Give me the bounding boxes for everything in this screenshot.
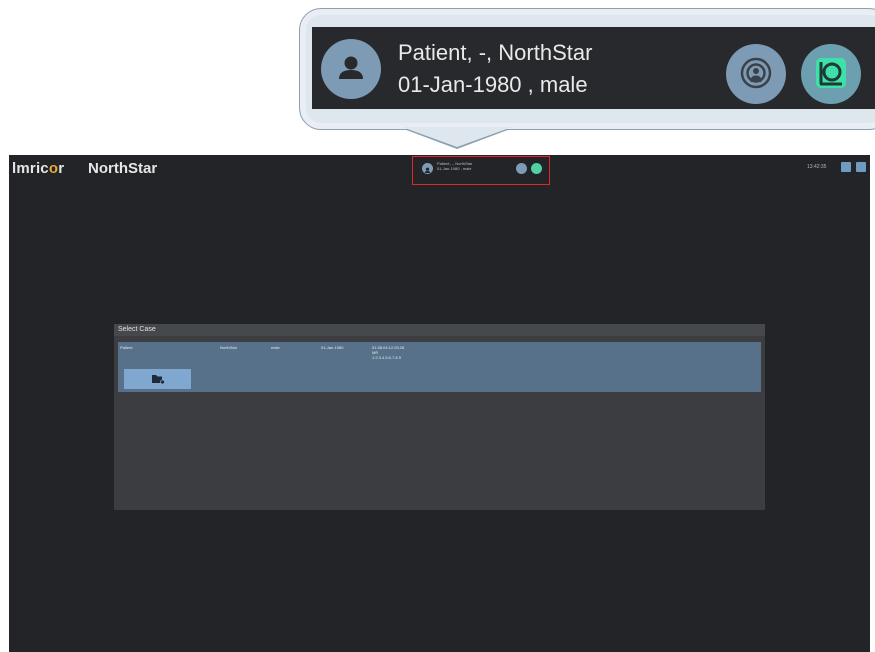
- folder-icon: [152, 375, 165, 385]
- minimize-button[interactable]: [841, 162, 851, 172]
- app-window: lmricor NorthStar Patient, -, NorthStar …: [9, 155, 870, 652]
- zoomed-patient-dob: 01-Jan-1980 , male: [398, 72, 588, 97]
- patient-summary: Patient, -, NorthStar 01-Jan-1980 , male: [437, 161, 472, 171]
- clock: 13:42:35: [807, 164, 827, 170]
- viewer-icon[interactable]: [801, 44, 861, 104]
- broadcast-icon[interactable]: [516, 163, 527, 174]
- patient-avatar-icon: [422, 163, 433, 174]
- case-row[interactable]: Patient NorthStar male 01-Jan-1980 51.98…: [118, 342, 761, 392]
- select-case-dialog: Select Case Patient NorthStar male 01-Ja…: [114, 324, 765, 510]
- brand-logo: lmricor: [12, 160, 65, 177]
- case-name: Patient: [120, 345, 133, 350]
- patient-dob: 01-Jan-1980 , male: [437, 166, 472, 171]
- dialog-header: Select Case: [114, 324, 765, 336]
- case-birth-date: 01-Jan-1980: [321, 345, 344, 350]
- case-last-name: NorthStar: [220, 345, 238, 350]
- study-line: 1.2.3.4.5.6.7.8.9: [372, 355, 401, 360]
- open-case-button[interactable]: [124, 369, 191, 389]
- zoomed-patient-name: Patient, -, NorthStar: [398, 40, 593, 65]
- patient-avatar-icon: [321, 39, 381, 99]
- case-sex: male: [271, 345, 280, 350]
- viewer-icon[interactable]: [531, 163, 542, 174]
- broadcast-icon[interactable]: [726, 44, 786, 104]
- close-button[interactable]: [856, 162, 866, 172]
- app-title: NorthStar: [88, 160, 158, 177]
- dialog-title: Select Case: [118, 326, 156, 333]
- callout-pointer: [402, 127, 512, 147]
- patient-info-banner[interactable]: Patient, -, NorthStar 01-Jan-1980 , male: [412, 156, 550, 185]
- zoomed-patient-bar: [312, 27, 875, 109]
- case-study-info: 51.98.04.12.03.28 MR 1.2.3.4.5.6.7.8.9: [372, 345, 404, 360]
